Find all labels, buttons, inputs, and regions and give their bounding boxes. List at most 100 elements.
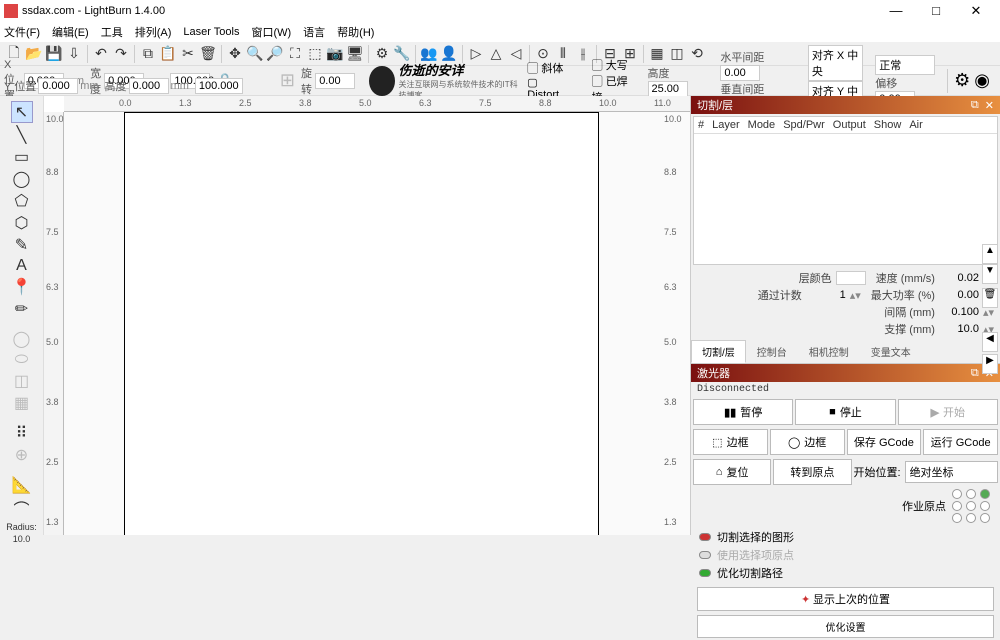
menu-arrange[interactable]: 排列(A)	[135, 24, 172, 40]
text-height-input[interactable]: 25.00	[648, 81, 688, 97]
speed-input[interactable]: 0.02	[939, 272, 979, 284]
menu-tools[interactable]: 工具	[101, 24, 123, 40]
height-input[interactable]: 0.000	[129, 78, 169, 94]
grid-array-tool[interactable]: ⠿	[11, 423, 33, 443]
radius-label: Radius:	[6, 522, 37, 532]
frame-circle-button[interactable]: ◯ 边框	[770, 429, 845, 455]
laser-panel: 激光器 ⧉ ✕ Disconnected ▮▮暂停 ■停止 ▶开始 ⬚ 边框 ◯…	[691, 364, 1000, 640]
passes-input[interactable]: 1	[806, 289, 846, 301]
height-pct[interactable]: 100.000	[195, 78, 243, 94]
menu-help[interactable]: 帮助(H)	[337, 24, 374, 40]
cuts-panel-header[interactable]: 切割/层 ⧉ ✕	[691, 96, 1000, 114]
tab-console[interactable]: 控制台	[746, 340, 798, 363]
trace-tool[interactable]: ▦	[11, 393, 33, 413]
tab-cuts[interactable]: 切割/层	[691, 340, 746, 363]
boolean-tool[interactable]: ◫	[11, 371, 33, 391]
power-input[interactable]: 0.00	[939, 289, 979, 301]
start-button[interactable]: ▶开始	[898, 399, 998, 425]
close-panel-icon[interactable]: ✕	[985, 99, 994, 112]
zoom-frame-icon[interactable]: ⛶	[286, 45, 304, 63]
anchor-grid-icon[interactable]: ⊞	[280, 70, 295, 91]
save-gcode-button[interactable]: 保存 GCode	[847, 429, 922, 455]
minimize-button[interactable]: —	[876, 0, 916, 22]
boolean-icon[interactable]: ◫	[668, 45, 686, 63]
marker-tool[interactable]: 📍	[11, 277, 33, 297]
frame-button[interactable]: ⬚ 边框	[693, 429, 768, 455]
line-tool[interactable]: ╲	[11, 125, 33, 145]
preview-target-icon[interactable]: ◉	[974, 70, 990, 91]
rotate-input[interactable]: 0.00	[315, 73, 355, 89]
cut-selected-led[interactable]	[699, 533, 711, 541]
radius-value[interactable]: 10.0	[13, 534, 31, 544]
layer-color-swatch[interactable]	[836, 271, 866, 285]
select-tool[interactable]: ↖	[11, 101, 33, 123]
tab-tool[interactable]: ⌒	[11, 497, 33, 519]
prev-button[interactable]: ◀	[982, 332, 998, 352]
camera-icon[interactable]: 📷	[326, 45, 344, 63]
gear-preview-icon[interactable]: ⚙	[954, 70, 970, 91]
next-button[interactable]: ▶	[982, 354, 998, 374]
align-v-icon[interactable]: ⫲	[574, 45, 592, 63]
ypos-input[interactable]: 0.000	[38, 78, 78, 94]
home-button[interactable]: ⌂ 复位	[693, 459, 771, 485]
tab-camera[interactable]: 相机控制	[798, 340, 860, 363]
hspace-input[interactable]: 0.00	[720, 65, 760, 81]
edit-nodes-tool[interactable]: ✎	[11, 235, 33, 255]
laser-panel-header[interactable]: 激光器 ⧉ ✕	[691, 364, 1000, 382]
array-icon[interactable]: ▦	[648, 45, 666, 63]
cuts-body[interactable]	[694, 134, 997, 264]
work-area-rect	[124, 112, 599, 535]
job-origin-grid[interactable]	[952, 489, 992, 523]
tab-variable[interactable]: 变量文本	[860, 340, 922, 363]
zoom-out-icon[interactable]: 🔎	[266, 45, 284, 63]
weld-tool[interactable]: ⬭	[11, 351, 33, 369]
start-from-select[interactable]: 绝对坐标	[905, 461, 998, 483]
ellipse-tool[interactable]: ◯	[11, 169, 33, 189]
polygon-tool[interactable]: ⬠	[11, 191, 33, 211]
goto-origin-button[interactable]: 转到原点	[773, 459, 851, 485]
measure-tool[interactable]: 📐	[11, 475, 33, 495]
maximize-button[interactable]: □	[916, 0, 956, 22]
menu-language[interactable]: 语言	[303, 24, 325, 40]
ruler-vertical: 10.0 8.8 7.5 6.3 5.0 3.8 2.5 1.3	[44, 112, 64, 535]
text-tool[interactable]: A	[11, 257, 33, 275]
distort-toggle[interactable]: ▢	[527, 77, 537, 89]
menu-window[interactable]: 窗口(W)	[251, 24, 291, 40]
use-sel-origin-led[interactable]	[699, 551, 711, 559]
right-panel: 切割/层 ⧉ ✕ # Layer Mode Spd/Pwr Output Sho…	[690, 96, 1000, 535]
upper-toggle[interactable]: ▢	[592, 60, 603, 72]
welded-toggle[interactable]: ▢	[592, 76, 603, 88]
normal-select[interactable]: 正常	[875, 55, 935, 75]
select-area-icon[interactable]: ⬚	[306, 45, 324, 63]
pencil-tool[interactable]: ✏	[11, 299, 33, 319]
close-button[interactable]: ✕	[956, 0, 996, 22]
undock-laser-icon[interactable]: ⧉	[971, 367, 979, 380]
opt-settings-button[interactable]: 优化设置	[697, 615, 994, 638]
path-tool[interactable]: ⬡	[11, 213, 33, 233]
monitor-icon[interactable]: 🖥	[346, 45, 364, 63]
move-down-button[interactable]: ▼	[982, 264, 998, 284]
move-up-button[interactable]: ▲	[982, 244, 998, 264]
align-x-select[interactable]: 对齐 X 中央	[808, 45, 863, 81]
run-gcode-button[interactable]: 运行 GCode	[923, 429, 998, 455]
show-last-button[interactable]: ✦ 显示上次的位置	[697, 587, 994, 611]
offset-icon[interactable]: ⟲	[688, 45, 706, 63]
menu-laser-tools[interactable]: Laser Tools	[183, 26, 239, 38]
optimize-led[interactable]	[699, 569, 711, 577]
menu-edit[interactable]: 编辑(E)	[52, 24, 89, 40]
undock-icon[interactable]: ⧉	[971, 99, 979, 112]
radial-array-tool[interactable]: ⊕	[11, 445, 33, 465]
pan-icon[interactable]: ✥	[226, 45, 244, 63]
canvas[interactable]	[64, 112, 690, 535]
zoom-in-icon[interactable]: 🔍	[246, 45, 264, 63]
interval-input[interactable]: 0.100	[939, 306, 979, 318]
rect-tool[interactable]: ▭	[11, 147, 33, 167]
pause-button[interactable]: ▮▮暂停	[693, 399, 793, 425]
delete-layer-button[interactable]: 🗑	[982, 288, 998, 308]
offset-tool[interactable]: ◯	[11, 329, 33, 349]
italic-toggle[interactable]: ▢	[527, 63, 538, 75]
window-title: ssdax.com - LightBurn 1.4.00	[22, 5, 876, 17]
menu-file[interactable]: 文件(F)	[4, 24, 40, 40]
stop-button[interactable]: ■停止	[795, 399, 895, 425]
kerf-input[interactable]: 10.0	[939, 323, 979, 335]
